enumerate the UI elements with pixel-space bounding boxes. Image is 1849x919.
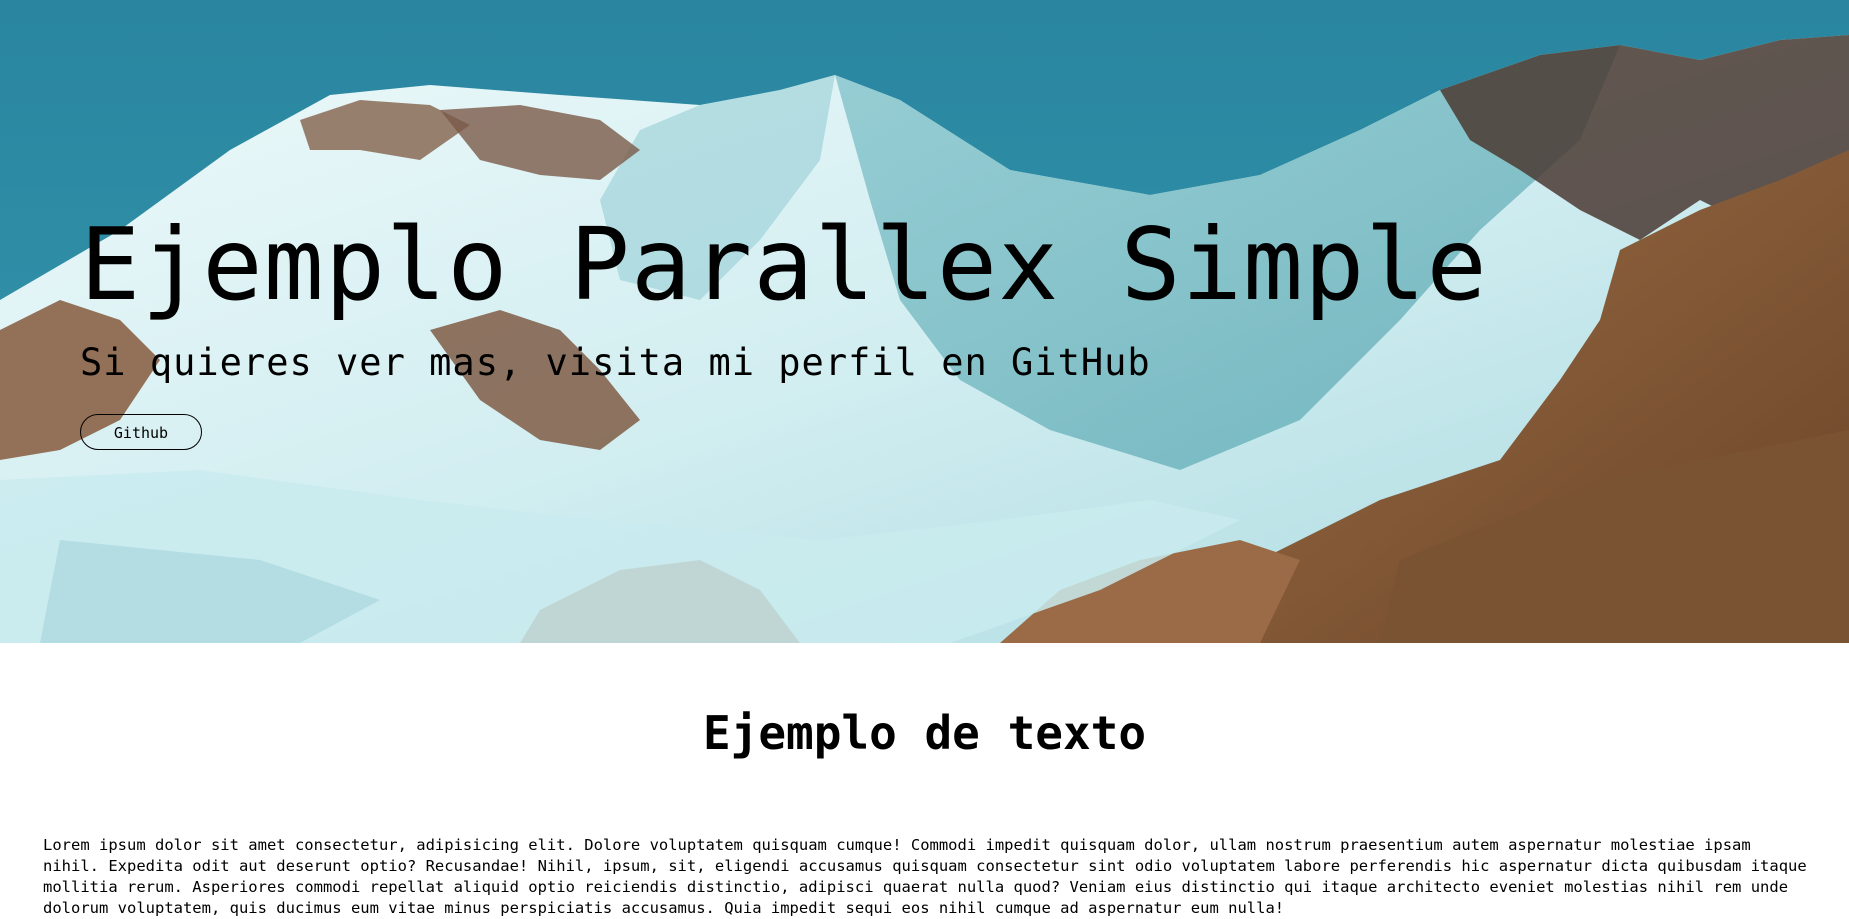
section-title: Ejemplo de texto	[702, 706, 1147, 760]
github-button[interactable]: Github	[80, 414, 202, 450]
hero-subtitle: Si quieres ver mas, visita mi perfil en …	[80, 341, 1151, 384]
content-section: Ejemplo de texto Lorem ipsum dolor sit a…	[0, 643, 1849, 917]
hero-section: Ejemplo Parallex Simple Si quieres ver m…	[0, 0, 1849, 643]
hero-content: Ejemplo Parallex Simple Si quieres ver m…	[80, 200, 1809, 450]
hero-title: Ejemplo Parallex Simple	[80, 206, 1488, 323]
section-body-text: Lorem ipsum dolor sit amet consectetur, …	[43, 836, 1807, 917]
